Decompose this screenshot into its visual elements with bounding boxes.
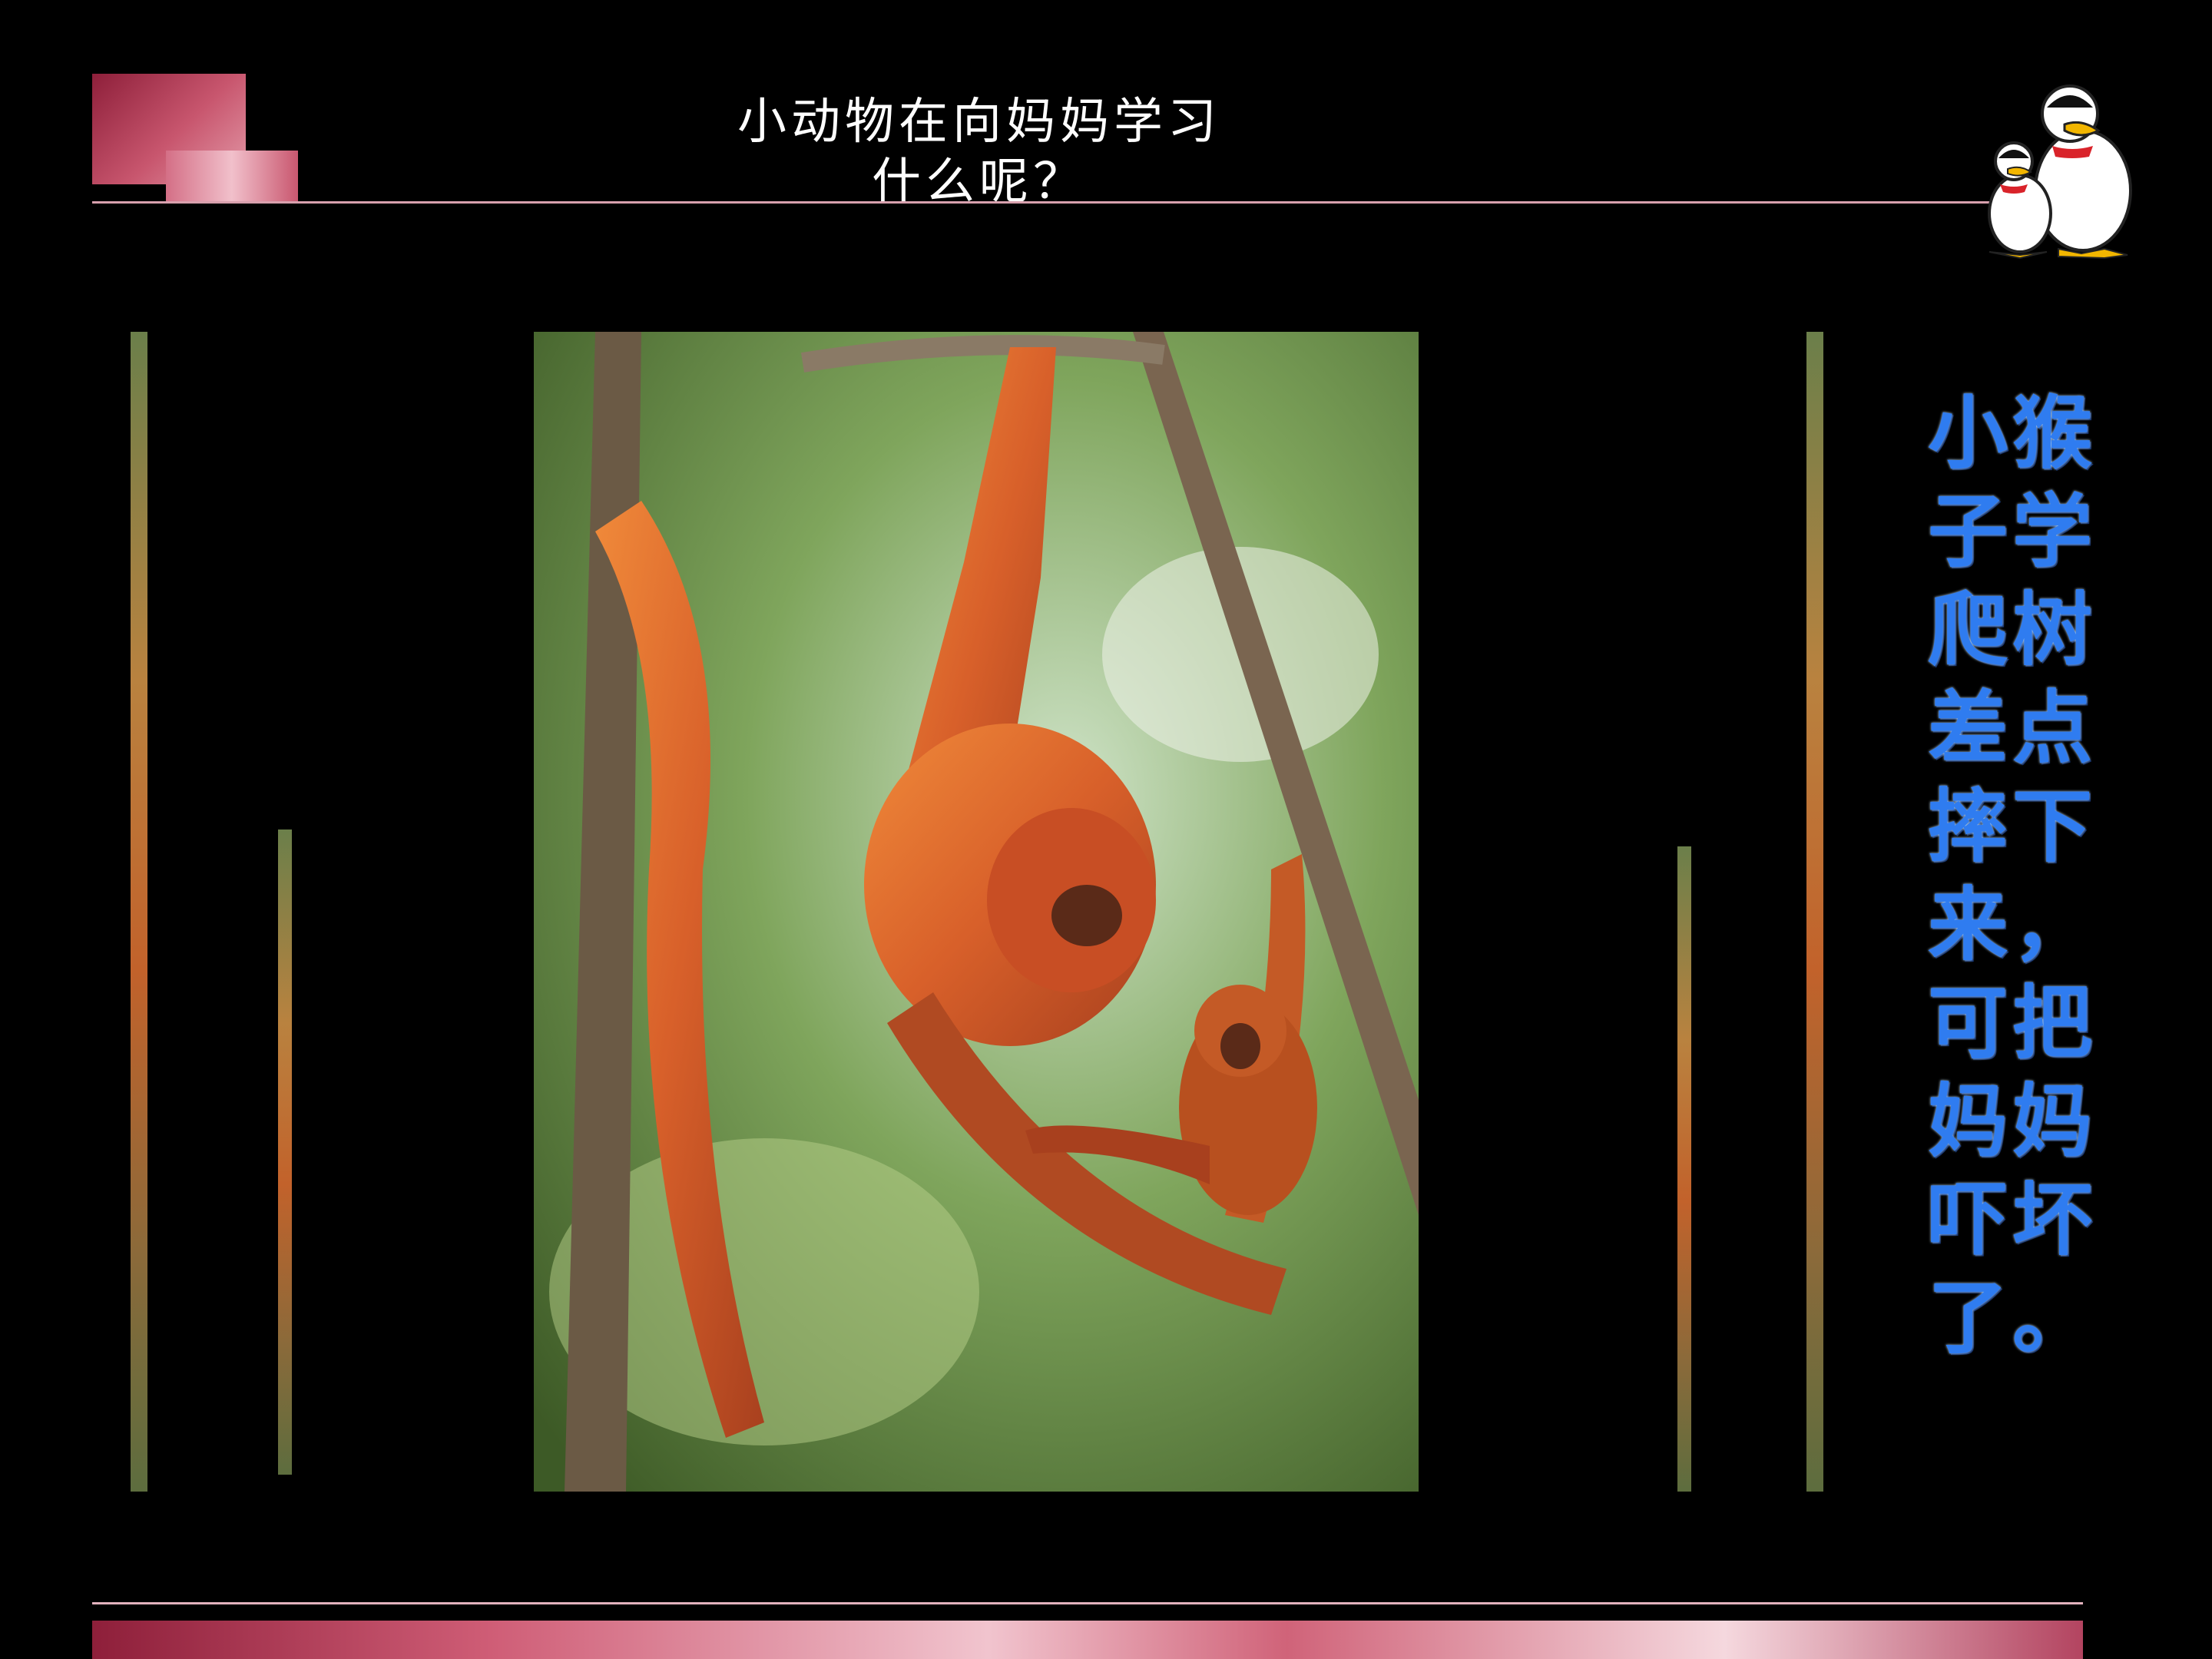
- footer-divider: [92, 1602, 2083, 1604]
- photo-strip-left-outer: [131, 332, 147, 1492]
- vertical-caption: 小猴子学爬树差点摔下来，可把妈妈吓坏了。: [1928, 386, 2098, 1365]
- title-divider: [92, 201, 1989, 204]
- slide-title: 小动物在向妈妈学习 什么呢？: [737, 94, 1221, 210]
- orangutan-photo: [534, 332, 1419, 1492]
- photo-strip-left-inner: [278, 830, 292, 1475]
- photo-strip-right-inner: [1677, 846, 1691, 1492]
- decor-square-light: [166, 151, 298, 201]
- penguin-pair-mascot-icon: [1988, 84, 2132, 260]
- footer-accent-bar: [92, 1621, 2083, 1659]
- photo-strip-right-outer: [1806, 332, 1823, 1492]
